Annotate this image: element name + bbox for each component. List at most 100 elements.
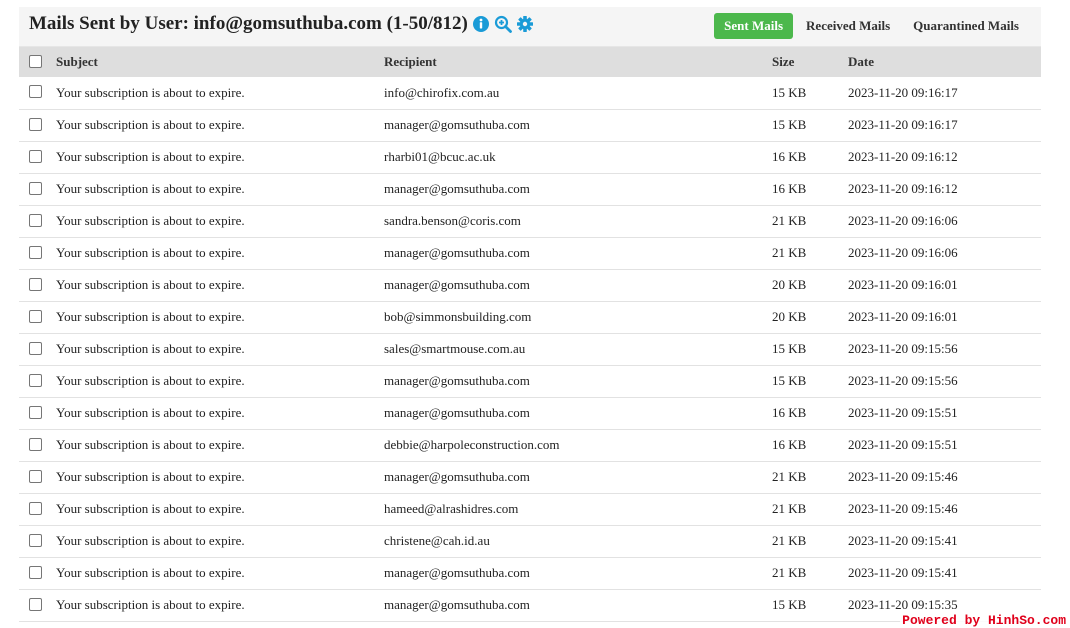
cell-date: 2023-11-20 09:15:56	[848, 341, 958, 356]
table-row[interactable]: Your subscription is about to expire. chr…	[19, 525, 1041, 557]
cell-recipient: christene@cah.id.au	[384, 533, 490, 548]
row-checkbox[interactable]	[29, 501, 42, 515]
cell-subject: Your subscription is about to expire.	[56, 565, 245, 580]
cell-size: 15 KB	[772, 373, 807, 388]
cell-recipient: debbie@harpoleconstruction.com	[384, 437, 560, 452]
cell-size: 21 KB	[772, 469, 807, 484]
row-select-cell	[19, 525, 56, 557]
row-select-cell	[19, 461, 56, 493]
cell-subject: Your subscription is about to expire.	[56, 597, 245, 612]
row-select-cell	[19, 205, 56, 237]
table-row[interactable]: Your subscription is about to expire. man…	[19, 269, 1041, 301]
table-row[interactable]: Your subscription is about to expire. man…	[19, 461, 1041, 493]
tab-received-mails[interactable]: Received Mails	[796, 13, 900, 39]
table-row[interactable]: Your subscription is about to expire. man…	[19, 173, 1041, 205]
cell-subject: Your subscription is about to expire.	[56, 469, 245, 484]
table-row[interactable]: Your subscription is about to expire. man…	[19, 397, 1041, 429]
cell-date: 2023-11-20 09:15:56	[848, 373, 958, 388]
table-row[interactable]: Your subscription is about to expire. deb…	[19, 429, 1041, 461]
row-select-cell	[19, 589, 56, 621]
cell-subject: Your subscription is about to expire.	[56, 437, 245, 452]
row-checkbox[interactable]	[29, 533, 42, 547]
cell-recipient: manager@gomsuthuba.com	[384, 181, 530, 196]
cell-size: 16 KB	[772, 437, 807, 452]
tab-sent-mails[interactable]: Sent Mails	[714, 13, 794, 39]
table-row[interactable]: Your subscription is about to expire. inf…	[19, 77, 1041, 109]
cell-recipient: manager@gomsuthuba.com	[384, 597, 530, 612]
zoom-in-icon[interactable]	[494, 15, 512, 33]
row-checkbox[interactable]	[29, 85, 42, 99]
row-checkbox[interactable]	[29, 597, 42, 611]
row-checkbox[interactable]	[29, 341, 42, 355]
cell-size: 21 KB	[772, 501, 807, 516]
column-header-date[interactable]: Date	[848, 47, 1041, 77]
cell-recipient: manager@gomsuthuba.com	[384, 565, 530, 580]
select-all-checkbox[interactable]	[29, 54, 42, 68]
row-checkbox[interactable]	[29, 245, 42, 259]
cell-date: 2023-11-20 09:16:06	[848, 213, 958, 228]
row-checkbox[interactable]	[29, 149, 42, 163]
cell-date: 2023-11-20 09:15:41	[848, 565, 958, 580]
column-header-recipient[interactable]: Recipient	[384, 47, 772, 77]
row-select-cell	[19, 301, 56, 333]
cell-recipient: manager@gomsuthuba.com	[384, 373, 530, 388]
cell-recipient: bob@simmonsbuilding.com	[384, 309, 532, 324]
cell-subject: Your subscription is about to expire.	[56, 213, 245, 228]
row-checkbox[interactable]	[29, 213, 42, 227]
column-header-subject[interactable]: Subject	[56, 47, 384, 77]
cell-subject: Your subscription is about to expire.	[56, 117, 245, 132]
table-row[interactable]: Your subscription is about to expire. man…	[19, 237, 1041, 269]
cell-size: 15 KB	[772, 341, 807, 356]
row-checkbox[interactable]	[29, 405, 42, 419]
table-row[interactable]: Your subscription is about to expire. man…	[19, 557, 1041, 589]
table-row[interactable]: Your subscription is about to expire. san…	[19, 205, 1041, 237]
table-row[interactable]: Your subscription is about to expire. bob…	[19, 301, 1041, 333]
title-group: Mails Sent by User: info@gomsuthuba.com …	[29, 13, 534, 35]
page-title: Mails Sent by User: info@gomsuthuba.com …	[29, 13, 468, 34]
cell-date: 2023-11-20 09:15:51	[848, 405, 958, 420]
info-icon[interactable]	[472, 15, 490, 33]
cell-subject: Your subscription is about to expire.	[56, 84, 245, 100]
cell-size: 15 KB	[772, 117, 807, 132]
cell-recipient: sales@smartmouse.com.au	[384, 341, 526, 356]
cell-date: 2023-11-20 09:16:01	[848, 309, 958, 324]
cell-size: 21 KB	[772, 565, 807, 580]
row-checkbox[interactable]	[29, 373, 42, 387]
row-select-cell	[19, 429, 56, 461]
table-row[interactable]: Your subscription is about to expire. sal…	[19, 333, 1041, 365]
cell-date: 2023-11-20 09:15:51	[848, 437, 958, 452]
gear-icon[interactable]	[516, 15, 534, 33]
cell-size: 15 KB	[772, 84, 807, 100]
row-checkbox[interactable]	[29, 565, 42, 579]
cell-subject: Your subscription is about to expire.	[56, 245, 245, 260]
row-select-cell	[19, 557, 56, 589]
row-checkbox[interactable]	[29, 309, 42, 323]
cell-date: 2023-11-20 09:15:46	[848, 469, 958, 484]
table-row[interactable]: Your subscription is about to expire. man…	[19, 589, 1041, 621]
cell-date: 2023-11-20 09:15:46	[848, 501, 958, 516]
cell-recipient: manager@gomsuthuba.com	[384, 469, 530, 484]
cell-subject: Your subscription is about to expire.	[56, 533, 245, 548]
row-checkbox[interactable]	[29, 181, 42, 195]
cell-size: 16 KB	[772, 405, 807, 420]
watermark: Powered by HinhSo.com	[900, 613, 1068, 628]
table-row[interactable]: Your subscription is about to expire. ham…	[19, 493, 1041, 525]
cell-date: 2023-11-20 09:16:17	[848, 84, 958, 100]
row-checkbox[interactable]	[29, 277, 42, 291]
tab-quarantined-mails[interactable]: Quarantined Mails	[903, 13, 1029, 39]
cell-recipient: rharbi01@bcuc.ac.uk	[384, 149, 496, 164]
cell-size: 20 KB	[772, 309, 807, 324]
row-select-cell	[19, 397, 56, 429]
table-row[interactable]: Your subscription is about to expire. man…	[19, 109, 1041, 141]
row-select-cell	[19, 109, 56, 141]
table-row[interactable]: Your subscription is about to expire. man…	[19, 365, 1041, 397]
column-header-size[interactable]: Size	[772, 47, 848, 77]
row-checkbox[interactable]	[29, 117, 42, 131]
row-select-cell	[19, 173, 56, 205]
row-checkbox[interactable]	[29, 469, 42, 483]
panel-header: Mails Sent by User: info@gomsuthuba.com …	[19, 7, 1041, 47]
cell-date: 2023-11-20 09:16:01	[848, 277, 958, 292]
cell-subject: Your subscription is about to expire.	[56, 149, 245, 164]
table-row[interactable]: Your subscription is about to expire. rha…	[19, 141, 1041, 173]
row-checkbox[interactable]	[29, 437, 42, 451]
